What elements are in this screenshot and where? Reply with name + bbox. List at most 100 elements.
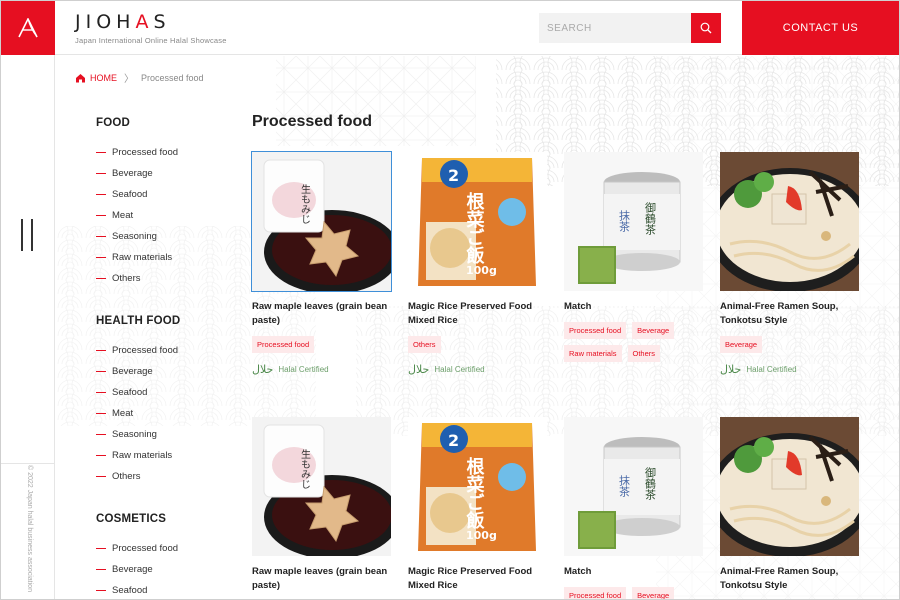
sidebar-item-meat[interactable]: Meat — [96, 403, 236, 424]
halal-certified-badge: حلال Halal Certified — [252, 363, 329, 376]
home-icon — [76, 73, 85, 82]
top-navigation-bar: JIOHAS Japan International Online Halal … — [1, 1, 899, 55]
category-group-health-food: HEALTH FOOD Processed food Beverage Seaf… — [96, 315, 236, 487]
halal-icon: حلال — [408, 363, 430, 376]
product-tags: Beverage — [720, 336, 859, 353]
copyright-text: © 2022 Japan halal business association — [26, 465, 33, 592]
breadcrumb-current: Processed food — [141, 72, 204, 83]
sidebar-item-beverage[interactable]: Beverage — [96, 559, 236, 580]
halal-icon: حلال — [720, 363, 742, 376]
product-name[interactable]: Match — [564, 565, 703, 579]
product-image-ramen-bowl[interactable] — [720, 152, 859, 291]
breadcrumb: HOME 〉 Processed food — [75, 70, 204, 85]
search-input[interactable] — [539, 13, 691, 43]
tag-beverage[interactable]: Beverage — [632, 322, 675, 339]
product-card[interactable]: 抹茶 御鶴茶 Match Processed food Beverage Raw… — [564, 152, 703, 362]
svg-text:御鶴茶: 御鶴茶 — [644, 201, 657, 235]
product-tags: Processed food Beverage — [564, 587, 703, 599]
category-sidebar: FOOD Processed food Beverage Seafood Mea… — [96, 117, 236, 599]
sidebar-item-raw-materials[interactable]: Raw materials — [96, 247, 236, 268]
product-tags: Others — [408, 336, 547, 353]
sidebar-item-others[interactable]: Others — [96, 466, 236, 487]
product-name[interactable]: Magic Rice Preserved Food Mixed Rice — [408, 300, 547, 328]
svg-text:100g: 100g — [466, 264, 497, 277]
breadcrumb-home-label: HOME — [90, 72, 117, 83]
search-icon — [700, 22, 712, 34]
tag-others[interactable]: Others — [408, 336, 441, 353]
page-title: Processed food — [252, 113, 373, 130]
tag-others[interactable]: Others — [627, 345, 661, 362]
sidebar-item-processed-food[interactable]: Processed food — [96, 340, 236, 361]
search-button[interactable] — [691, 13, 721, 43]
product-image-rice-pack[interactable]: 2 根菜ご飯 100g — [408, 417, 547, 556]
brand-logo[interactable]: JIOHAS Japan International Online Halal … — [75, 11, 227, 45]
category-title: HEALTH FOOD — [96, 315, 181, 327]
sidebar-item-beverage[interactable]: Beverage — [96, 361, 236, 382]
sidebar-item-seasoning[interactable]: Seasoning — [96, 226, 236, 247]
product-card[interactable]: 抹茶 御鶴茶 Match Processed food Beverage — [564, 417, 703, 599]
svg-text:根菜ご飯: 根菜ご飯 — [464, 456, 486, 530]
jiohas-logo-icon[interactable] — [1, 1, 55, 55]
product-card[interactable]: 2 根菜ご飯 100g Magic Rice Preserved Food Mi… — [408, 417, 547, 593]
svg-text:抹茶: 抹茶 — [618, 210, 631, 232]
left-side-strip: © 2022 Japan halal business association — [1, 55, 55, 599]
product-image-matcha-can[interactable]: 抹茶 御鶴茶 — [564, 417, 703, 556]
sidebar-item-seafood[interactable]: Seafood — [96, 382, 236, 403]
product-name[interactable]: Raw maple leaves (grain bean paste) — [252, 565, 391, 593]
product-name[interactable]: Animal-Free Ramen Soup, Tonkotsu Style — [720, 565, 859, 593]
sidebar-item-raw-materials[interactable]: Raw materials — [96, 445, 236, 466]
page-frame: JIOHAS Japan International Online Halal … — [0, 0, 900, 600]
brand-name: JIOHAS — [75, 11, 171, 33]
svg-text:生もみじ: 生もみじ — [299, 448, 311, 489]
svg-text:2: 2 — [448, 431, 459, 450]
breadcrumb-home-link[interactable]: HOME — [75, 73, 117, 83]
product-image-ramen-bowl[interactable] — [720, 417, 859, 556]
tag-processed-food[interactable]: Processed food — [564, 587, 627, 599]
tag-processed-food[interactable]: Processed food — [252, 336, 315, 353]
halal-icon: حلال — [252, 363, 274, 376]
contact-us-button[interactable]: CONTACT US — [742, 1, 899, 55]
strip-divider — [1, 463, 55, 464]
svg-text:根菜ご飯: 根菜ご飯 — [464, 191, 486, 265]
tag-processed-food[interactable]: Processed food — [564, 322, 627, 339]
brand-tagline: Japan International Online Halal Showcas… — [75, 36, 227, 45]
sidebar-item-seasoning[interactable]: Seasoning — [96, 424, 236, 445]
menu-icon[interactable] — [21, 219, 33, 251]
product-card[interactable]: 2 根菜ご飯 100g Magic Rice Preserved Food Mi… — [408, 152, 547, 376]
product-name[interactable]: Match — [564, 300, 703, 314]
category-title: FOOD — [96, 117, 131, 129]
product-card[interactable]: Animal-Free Ramen Soup, Tonkotsu Style — [720, 417, 859, 593]
svg-text:抹茶: 抹茶 — [618, 475, 631, 497]
tag-raw-materials[interactable]: Raw materials — [564, 345, 622, 362]
sidebar-item-seafood[interactable]: Seafood — [96, 184, 236, 205]
product-image-rice-pack[interactable]: 2 根菜ご飯 100g — [408, 152, 547, 291]
sidebar-item-processed-food[interactable]: Processed food — [96, 538, 236, 559]
product-tags: Processed food Beverage Raw materials Ot… — [564, 322, 703, 362]
sidebar-item-beverage[interactable]: Beverage — [96, 163, 236, 184]
svg-text:2: 2 — [448, 166, 459, 185]
product-name[interactable]: Animal-Free Ramen Soup, Tonkotsu Style — [720, 300, 859, 328]
breadcrumb-separator: 〉 — [124, 74, 134, 85]
sidebar-item-seafood[interactable]: Seafood — [96, 580, 236, 599]
svg-text:100g: 100g — [466, 529, 497, 542]
search-box — [539, 13, 721, 43]
product-card[interactable]: 生もみじ Raw maple leaves (grain bean paste) — [252, 417, 391, 593]
sidebar-item-meat[interactable]: Meat — [96, 205, 236, 226]
product-image-maple-sweet[interactable]: 生もみじ — [252, 417, 391, 556]
sidebar-item-others[interactable]: Others — [96, 268, 236, 289]
halal-certified-badge: حلال Halal Certified — [408, 363, 485, 376]
product-tags: Processed food — [252, 336, 391, 353]
tag-beverage[interactable]: Beverage — [720, 336, 763, 353]
product-card[interactable]: Animal-Free Ramen Soup, Tonkotsu Style B… — [720, 152, 859, 376]
product-name[interactable]: Magic Rice Preserved Food Mixed Rice — [408, 565, 547, 593]
tag-beverage[interactable]: Beverage — [632, 587, 675, 599]
product-image-maple-sweet[interactable]: 生もみじ — [251, 151, 392, 292]
svg-text:御鶴茶: 御鶴茶 — [644, 466, 657, 500]
product-card[interactable]: 生もみじ Raw maple leaves (grain bean paste)… — [251, 151, 392, 376]
product-name[interactable]: Raw maple leaves (grain bean paste) — [252, 300, 391, 328]
category-group-cosmetics: COSMETICS Processed food Beverage Seafoo… — [96, 513, 236, 599]
product-image-matcha-can[interactable]: 抹茶 御鶴茶 — [564, 152, 703, 291]
halal-certified-badge: حلال Halal Certified — [720, 363, 797, 376]
sidebar-item-processed-food[interactable]: Processed food — [96, 142, 236, 163]
svg-text:生もみじ: 生もみじ — [299, 183, 311, 224]
